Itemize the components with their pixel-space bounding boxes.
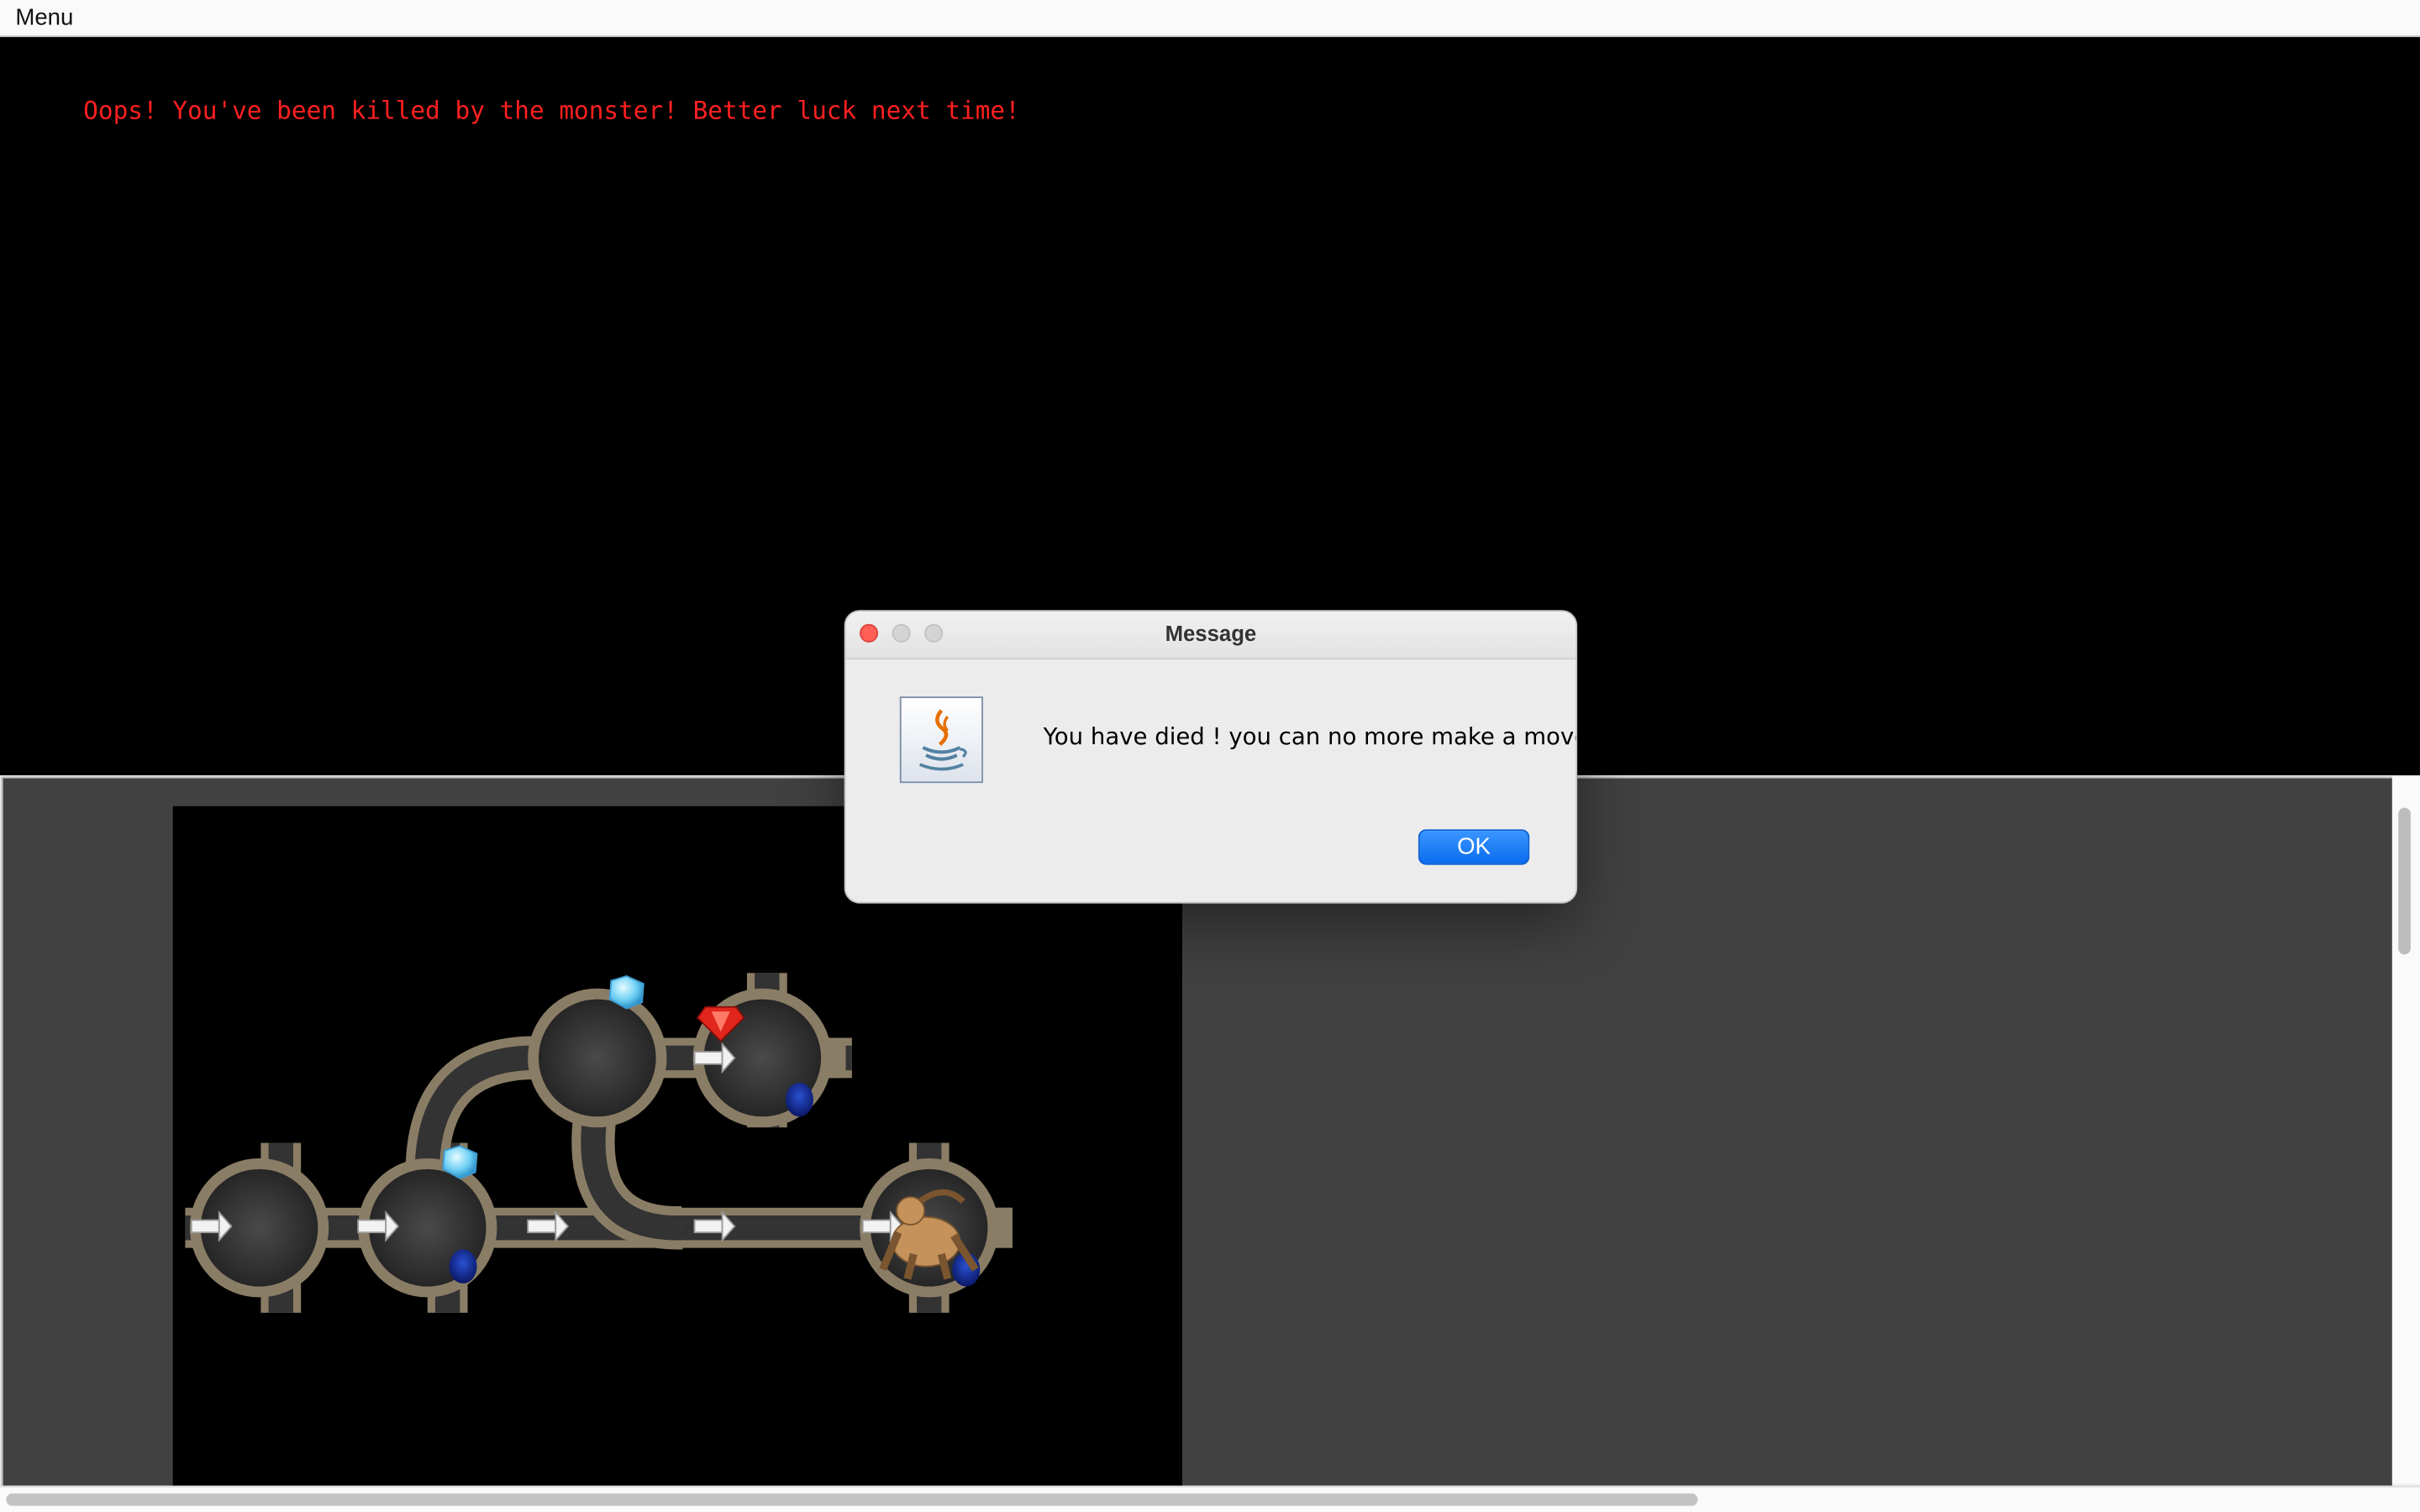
death-message: Oops! You've been killed by the monster!…: [83, 95, 1020, 125]
dark-pit-icon: [449, 1249, 477, 1284]
dark-pit-icon: [785, 1082, 813, 1117]
menu-bar: Menu: [0, 0, 2420, 38]
dungeon-map: [185, 973, 1013, 1313]
horizontal-scrollbar[interactable]: [0, 1485, 2420, 1512]
vertical-scrollbar[interactable]: [2391, 776, 2420, 1484]
horizontal-scroll-thumb[interactable]: [6, 1493, 1698, 1506]
dialog-message: You have died ! you can no more make a m…: [1043, 722, 1578, 751]
java-coffee-icon: [899, 696, 983, 784]
game-window: Menu Oops! You've been killed by the mon…: [0, 0, 2420, 1512]
game-board: [172, 806, 1182, 1486]
menu-item[interactable]: Menu: [15, 5, 73, 31]
message-dialog: Message You have died ! you can no more …: [844, 610, 1578, 904]
vertical-scroll-thumb[interactable]: [2398, 807, 2411, 955]
ok-button[interactable]: OK: [1418, 829, 1530, 865]
dialog-title: Message: [1165, 621, 1257, 646]
dialog-titlebar: Message: [845, 612, 1576, 660]
